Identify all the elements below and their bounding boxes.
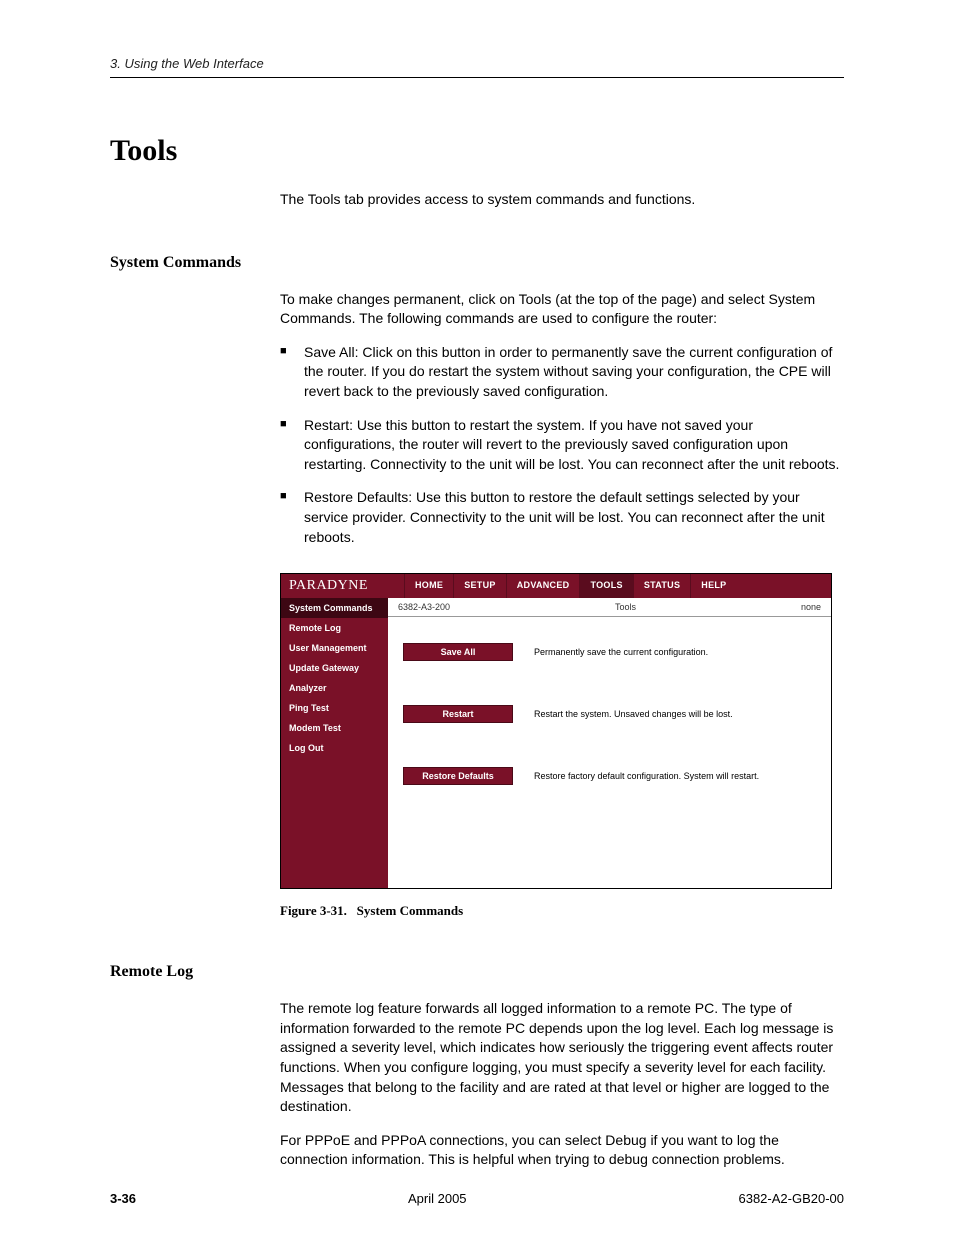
footer-doc-id: 6382-A2-GB20-00	[738, 1191, 844, 1206]
tab-setup[interactable]: SETUP	[453, 574, 506, 598]
sidebar-item-log-out[interactable]: Log Out	[281, 738, 388, 758]
brand-logo: PARADYNE	[281, 574, 404, 598]
syscmd-intro: To make changes permanent, click on Tool…	[280, 290, 844, 329]
sidebar-item-analyzer[interactable]: Analyzer	[281, 678, 388, 698]
bullet-restore-defaults: Restore Defaults: Use this button to res…	[280, 488, 844, 547]
sidebar-item-system-commands[interactable]: System Commands	[281, 598, 388, 618]
top-nav-tabs: HOME SETUP ADVANCED TOOLS STATUS HELP	[404, 574, 831, 598]
sidebar: System Commands Remote Log User Manageme…	[281, 598, 388, 888]
section-title-tools: Tools	[110, 134, 844, 168]
restore-defaults-description: Restore factory default configuration. S…	[534, 771, 821, 781]
restore-defaults-button[interactable]: Restore Defaults	[403, 767, 513, 785]
save-all-button[interactable]: Save All	[403, 643, 513, 661]
tab-tools[interactable]: TOOLS	[579, 574, 632, 598]
section-title-system-commands: System Commands	[110, 254, 844, 272]
section-title-remote-log: Remote Log	[110, 963, 844, 981]
content-titlebar: 6382-A3-200 Tools none	[388, 598, 831, 617]
bullet-restart: Restart: Use this button to restart the …	[280, 416, 844, 475]
restart-description: Restart the system. Unsaved changes will…	[534, 709, 821, 719]
sidebar-item-remote-log[interactable]: Remote Log	[281, 618, 388, 638]
sidebar-item-update-gateway[interactable]: Update Gateway	[281, 658, 388, 678]
remotelog-p2: For PPPoE and PPPoA connections, you can…	[280, 1131, 844, 1170]
bullet-save-all: Save All: Click on this button in order …	[280, 343, 844, 402]
sidebar-item-ping-test[interactable]: Ping Test	[281, 698, 388, 718]
page-number: 3-36	[110, 1191, 136, 1206]
sidebar-item-modem-test[interactable]: Modem Test	[281, 718, 388, 738]
tools-intro: The Tools tab provides access to system …	[280, 190, 844, 210]
titlebar-left: 6382-A3-200	[398, 602, 450, 612]
save-all-description: Permanently save the current configurati…	[534, 647, 821, 657]
sidebar-item-user-management[interactable]: User Management	[281, 638, 388, 658]
tab-home[interactable]: HOME	[404, 574, 453, 598]
footer-date: April 2005	[408, 1191, 467, 1206]
running-header: 3. Using the Web Interface	[110, 56, 844, 78]
figure-title: System Commands	[357, 903, 464, 918]
titlebar-mid: Tools	[615, 602, 636, 612]
tab-help[interactable]: HELP	[690, 574, 736, 598]
remotelog-p1: The remote log feature forwards all logg…	[280, 999, 844, 1117]
figure-caption: Figure 3-31. System Commands	[280, 903, 844, 919]
figure-system-commands: PARADYNE HOME SETUP ADVANCED TOOLS STATU…	[280, 573, 832, 889]
tab-advanced[interactable]: ADVANCED	[506, 574, 580, 598]
tab-status[interactable]: STATUS	[633, 574, 690, 598]
restart-button[interactable]: Restart	[403, 705, 513, 723]
titlebar-right: none	[801, 602, 821, 612]
figure-number: Figure 3-31.	[280, 903, 347, 918]
